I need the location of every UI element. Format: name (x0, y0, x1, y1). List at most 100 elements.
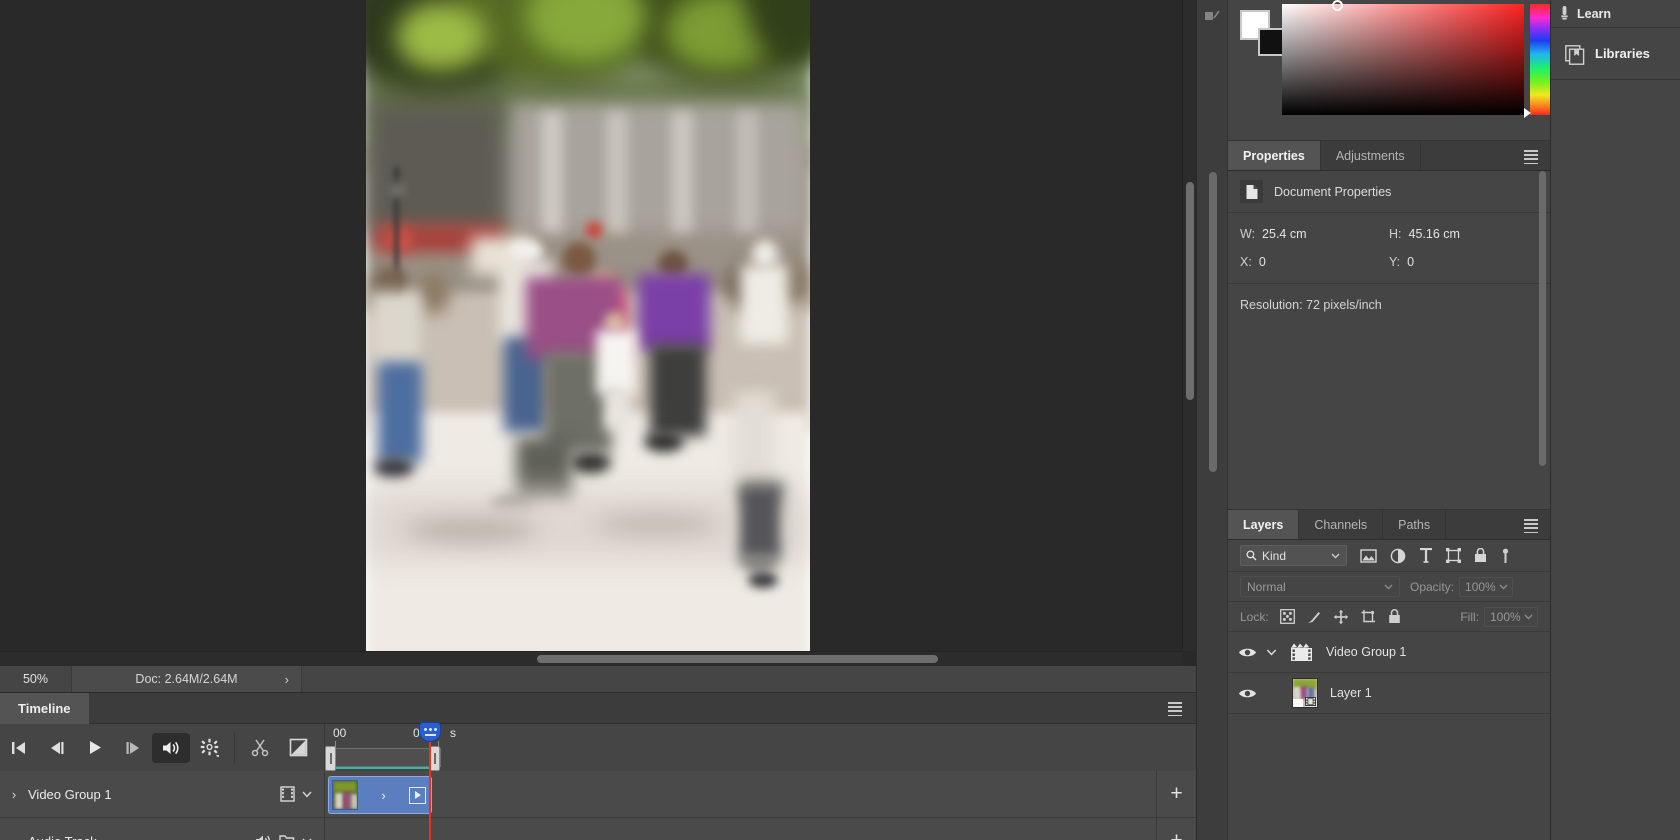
chevron-down-icon[interactable] (302, 791, 312, 798)
play-button[interactable] (76, 733, 114, 763)
tab-channels[interactable]: Channels (1299, 510, 1384, 539)
mute-audio-button[interactable] (152, 732, 190, 763)
speaker-on-icon[interactable] (255, 834, 272, 840)
x-label: X: (1240, 255, 1252, 269)
layer-filter-kind-select[interactable]: Kind (1240, 545, 1347, 566)
transition-button[interactable] (279, 733, 317, 763)
properties-panel-menu-icon[interactable] (1524, 150, 1538, 165)
layer-row-video-group-1[interactable]: Video Group 1 (1228, 632, 1550, 673)
canvas-horizontal-scrollbar[interactable] (0, 651, 1182, 665)
height-field[interactable]: H: 45.16 cm (1389, 227, 1538, 241)
split-at-playhead-button[interactable] (241, 733, 279, 763)
track-disclosure-icon[interactable]: › (0, 787, 28, 802)
filter-toggle-icon[interactable] (1500, 548, 1511, 564)
collapsed-panel-icon[interactable] (1204, 8, 1221, 25)
set-playback-options-button[interactable] (190, 733, 228, 763)
shape-layer-filter-icon[interactable] (1446, 548, 1461, 563)
saturation-value-field[interactable] (1282, 0, 1524, 115)
dock-vertical-scrollbar[interactable] (1209, 172, 1217, 472)
track-clip-lane[interactable] (325, 818, 1156, 840)
blend-mode-select[interactable]: Normal (1240, 576, 1400, 597)
smart-object-filter-icon[interactable] (1474, 548, 1487, 563)
chevron-down-icon[interactable] (1499, 584, 1508, 590)
layer-filter-kind-label: Kind (1262, 548, 1287, 563)
y-field[interactable]: Y: 0 (1389, 255, 1538, 269)
next-frame-button[interactable] (114, 733, 152, 763)
timeline-track-area: › Video Group 1 › + (0, 771, 1196, 840)
lock-all-icon[interactable] (1388, 609, 1401, 624)
lock-artboard-nesting-icon[interactable] (1360, 609, 1377, 625)
timeline-playhead[interactable] (419, 722, 441, 840)
lock-image-pixels-icon[interactable] (1306, 609, 1322, 625)
tab-properties[interactable]: Properties (1228, 141, 1321, 170)
property-row-dimensions: W: 25.4 cm H: 45.16 cm (1240, 227, 1538, 241)
properties-vertical-scrollbar[interactable] (1539, 171, 1546, 466)
dock-item-libraries[interactable]: Libraries (1551, 28, 1680, 80)
hue-slider[interactable] (1524, 4, 1550, 118)
right-dock: Properties Adjustments Document Properti… (1196, 0, 1550, 840)
layer-group-disclosure-icon[interactable] (1266, 648, 1288, 656)
video-group-icon (1288, 637, 1314, 667)
eye-icon[interactable] (1228, 646, 1266, 659)
lock-transparent-pixels-icon[interactable] (1279, 609, 1295, 624)
previous-frame-button[interactable] (38, 733, 76, 763)
tab-paths[interactable]: Paths (1383, 510, 1447, 539)
add-audio-button[interactable]: + (1156, 818, 1196, 840)
zoom-level-field[interactable]: 50% (0, 666, 72, 692)
timeline-track-audio[interactable]: Audio Track (0, 818, 1196, 840)
document-size-status[interactable]: Doc: 2.64M/2.64M › (72, 666, 302, 692)
add-media-button[interactable]: + (1156, 771, 1196, 817)
canvas-area[interactable] (0, 0, 1196, 665)
canvas-horizontal-scroll-thumb[interactable] (537, 655, 938, 663)
dock-item-learn[interactable]: Learn (1551, 0, 1680, 28)
work-area-bar[interactable] (328, 748, 441, 767)
tab-timeline[interactable]: Timeline (0, 693, 89, 724)
eye-icon[interactable] (1228, 687, 1266, 700)
document-image (366, 0, 810, 664)
folder-icon[interactable] (279, 834, 295, 840)
hue-slider-marker[interactable] (1524, 108, 1531, 118)
filmstrip-icon[interactable] (280, 786, 295, 802)
timeline-ruler[interactable]: 00 00 s (325, 724, 1196, 747)
dock-item-learn-label: Learn (1577, 6, 1612, 21)
dock-panels: Properties Adjustments Document Properti… (1228, 0, 1550, 840)
status-expand-icon[interactable]: › (285, 672, 289, 687)
chevron-down-icon[interactable] (1331, 553, 1340, 559)
fill-input[interactable]: 100% (1484, 606, 1538, 627)
timeline-track-video-group-1[interactable]: › Video Group 1 › + (0, 771, 1196, 818)
width-field[interactable]: W: 25.4 cm (1240, 227, 1389, 241)
fill-control: Fill: 100% (1460, 606, 1538, 627)
x-field[interactable]: X: 0 (1240, 255, 1389, 269)
layer-row-layer-1[interactable]: Layer 1 (1228, 673, 1550, 714)
tab-adjustments[interactable]: Adjustments (1321, 141, 1421, 170)
work-area-start-handle[interactable] (325, 746, 336, 771)
chevron-down-icon[interactable] (1384, 584, 1393, 590)
track-header[interactable]: Audio Track (0, 818, 325, 840)
timeline-ruler-zone[interactable]: 00 00 s (325, 722, 1196, 840)
playhead-handle-icon[interactable] (419, 722, 441, 742)
search-icon (1246, 550, 1257, 561)
canvas-vertical-scroll-thumb[interactable] (1186, 182, 1194, 400)
timeline-work-area[interactable] (325, 746, 1196, 771)
pixel-layer-filter-icon[interactable] (1360, 548, 1377, 563)
timeline-panel-menu-icon[interactable] (1168, 702, 1182, 717)
clip-expand-icon[interactable]: › (358, 788, 409, 803)
document-canvas[interactable] (366, 0, 810, 664)
video-clip[interactable]: › (328, 776, 432, 814)
tab-layers[interactable]: Layers (1228, 510, 1300, 539)
color-picker-marker[interactable] (1332, 0, 1343, 11)
go-to-first-frame-button[interactable] (0, 733, 38, 763)
canvas-vertical-scrollbar[interactable] (1182, 0, 1196, 651)
track-clip-lane[interactable]: › (325, 771, 1156, 817)
type-layer-filter-icon[interactable] (1419, 548, 1433, 563)
photoshop-window: 50% Doc: 2.64M/2.64M › Timeline 00 s › V… (0, 0, 1680, 840)
dock-collapsed-rail[interactable] (1197, 0, 1228, 840)
layers-panel-menu-icon[interactable] (1524, 519, 1538, 534)
layers-filter-row: Kind (1228, 540, 1550, 572)
clip-play-icon[interactable] (409, 786, 426, 804)
opacity-input[interactable]: 100% (1459, 576, 1514, 597)
chevron-down-icon[interactable] (1524, 614, 1533, 620)
track-header[interactable]: › Video Group 1 (0, 771, 325, 817)
adjustment-layer-filter-icon[interactable] (1390, 548, 1406, 564)
lock-position-icon[interactable] (1333, 609, 1349, 625)
